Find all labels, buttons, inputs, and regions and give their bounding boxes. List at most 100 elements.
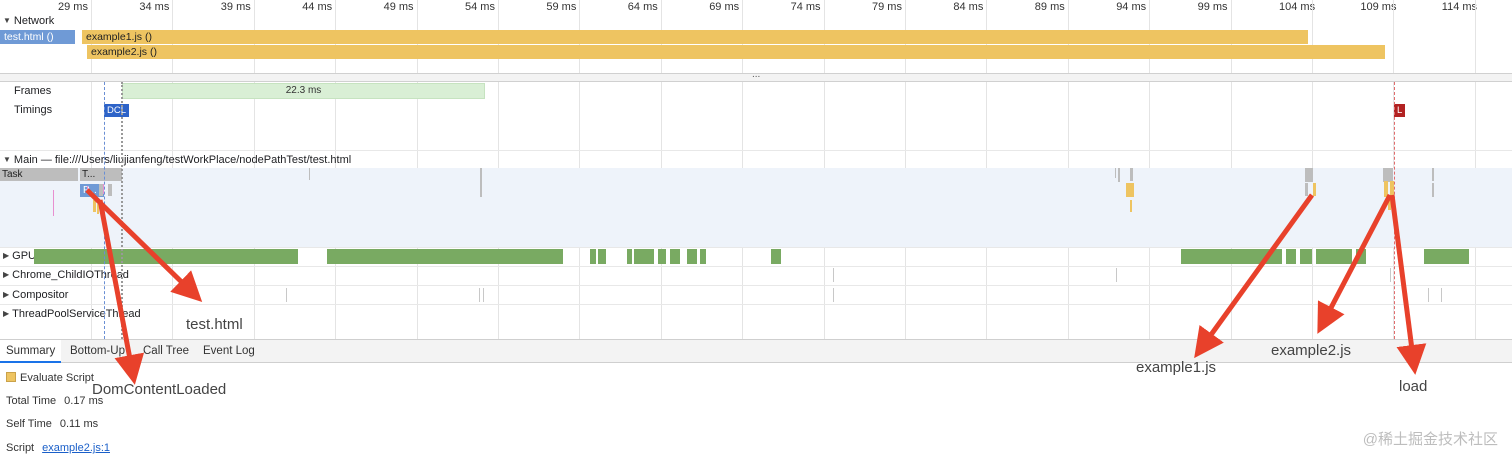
thread-activity-tick [479,288,480,302]
flame-slice[interactable] [1305,183,1308,196]
ruler-tick-label: 109 ms [1360,1,1397,13]
tab-summary[interactable]: Summary [0,340,62,363]
flame-slice[interactable] [1432,183,1434,197]
gpu-activity-segment[interactable] [590,249,596,264]
network-request-test-html[interactable]: test.html () [0,30,75,44]
ruler-tick-label: 69 ms [709,1,740,13]
summary-script: Script example2.js:1 [6,442,110,454]
thread-activity-tick [833,268,834,282]
main-thread-header[interactable]: ▼ Main — file:///Users/liujianfeng/testWo… [0,154,351,166]
flame-slice[interactable] [1432,168,1434,181]
time-ruler[interactable]: 29 ms 34 ms 39 ms 44 ms 49 ms 54 ms 59 ms 64 ms… [0,0,1512,14]
expand-triangle-icon[interactable]: ▶ [3,270,9,279]
flame-slice[interactable] [480,183,482,197]
ruler-tick-label: 44 ms [302,1,333,13]
script-label: Script [6,442,35,454]
annotation-test-html: test.html [186,316,243,333]
thread-activity-tick [1390,268,1391,282]
flame-slice[interactable] [53,190,54,216]
flame-slice[interactable] [309,168,310,180]
flame-slice[interactable] [108,184,112,196]
annotation-example1: example1.js [1136,359,1217,376]
dcl-marker[interactable]: DCL [104,104,130,117]
gpu-activity-segment[interactable] [771,249,781,264]
summary-total-time: Total Time 0.17 ms [6,395,103,407]
annotation-example2: example2.js [1271,342,1352,359]
gpu-activity-segment[interactable] [658,249,666,264]
gpu-track-header[interactable]: ▶ GPU [0,250,36,262]
thread-activity-tick [483,288,484,302]
gpu-activity-segment[interactable] [687,249,697,264]
expand-triangle-icon[interactable]: ▶ [3,309,9,318]
flame-slice[interactable] [1115,168,1116,178]
network-request-example1-js[interactable]: example1.js () [82,30,1308,44]
thread-activity-tick [833,288,834,302]
gpu-activity-segment[interactable] [1181,249,1282,264]
tab-event-log[interactable]: Event Log [197,340,261,363]
gpu-activity-segment[interactable] [670,249,680,264]
flame-slice[interactable] [87,186,88,192]
flame-slice[interactable] [72,168,78,181]
flame-slice[interactable] [1118,168,1120,182]
gpu-activity-segment[interactable] [327,249,563,264]
collapse-triangle-icon[interactable]: ▼ [3,16,11,25]
gpu-activity-segment[interactable] [1316,249,1352,264]
ruler-tick-label: 104 ms [1279,1,1316,13]
first-paint-line [121,82,123,339]
panel-splitter[interactable]: ... [0,69,1512,82]
network-request-example2-js[interactable]: example2.js () [87,45,1385,59]
expand-triangle-icon[interactable]: ▶ [3,290,9,299]
flame-slice[interactable] [480,168,482,184]
childio-track-header[interactable]: ▶ Chrome_ChildIOThread [0,269,129,281]
gpu-activity-segment[interactable] [634,249,654,264]
ruler-tick-label: 89 ms [1034,1,1065,13]
load-line [1394,82,1395,339]
tab-bottom-up[interactable]: Bottom-Up [64,340,131,363]
network-track-header[interactable]: ▼ Network [0,15,54,27]
task-slice-t[interactable]: T... [80,168,120,181]
thread-activity-tick [1441,288,1442,302]
ruler-tick-label: 59 ms [546,1,577,13]
gpu-track-label: GPU [12,250,36,262]
ruler-tick-label: 64 ms [627,1,658,13]
flame-slice[interactable] [1130,200,1132,212]
gpu-activity-segment[interactable] [1300,249,1312,264]
flame-slice[interactable] [1126,183,1134,197]
load-marker[interactable]: L [1394,104,1406,117]
main-thread-flamechart[interactable] [0,168,1512,248]
gpu-activity-segment[interactable] [1286,249,1296,264]
ruler-tick-label: 49 ms [383,1,414,13]
row-divider [0,304,1512,305]
gpu-activity-segment[interactable] [34,249,298,264]
annotation-load: load [1399,378,1428,395]
gpu-divider [0,247,1512,248]
threadpool-track-header[interactable]: ▶ ThreadPoolServiceThread [0,308,141,320]
gpu-activity-segment[interactable] [700,249,706,264]
expand-triangle-icon[interactable]: ▶ [3,251,9,260]
flame-slice[interactable] [93,200,96,212]
flame-slice[interactable] [97,204,99,214]
gpu-activity-segment[interactable] [627,249,632,264]
tab-call-tree[interactable]: Call Tree [137,340,195,363]
total-time-label: Total Time [6,395,57,407]
flame-slice[interactable] [1388,198,1391,210]
thread-activity-tick [1116,268,1117,282]
frame-bar[interactable]: 22.3 ms [122,83,485,99]
gpu-activity-segment[interactable] [1424,249,1469,264]
summary-category-label: Evaluate Script [20,372,94,384]
main-thread-title: Main — file:///Users/liujianfeng/testWor… [13,154,352,166]
childio-track-label: Chrome_ChildIOThread [12,269,129,281]
task-slice[interactable]: Task [0,168,72,181]
flame-slice[interactable] [1383,168,1393,182]
gpu-activity-segment[interactable] [1356,249,1366,264]
flame-slice[interactable] [1313,183,1316,196]
script-link[interactable]: example2.js:1 [42,442,110,454]
gpu-activity-segment[interactable] [598,249,606,264]
watermark: @稀土掘金技术社区 [1362,431,1498,448]
flame-slice[interactable] [1130,168,1133,181]
compositor-track-header[interactable]: ▶ Compositor [0,289,68,301]
thread-activity-tick [286,288,287,302]
flame-slice[interactable] [1305,168,1313,182]
flame-slice[interactable] [1384,181,1388,197]
collapse-triangle-icon[interactable]: ▼ [3,155,11,164]
